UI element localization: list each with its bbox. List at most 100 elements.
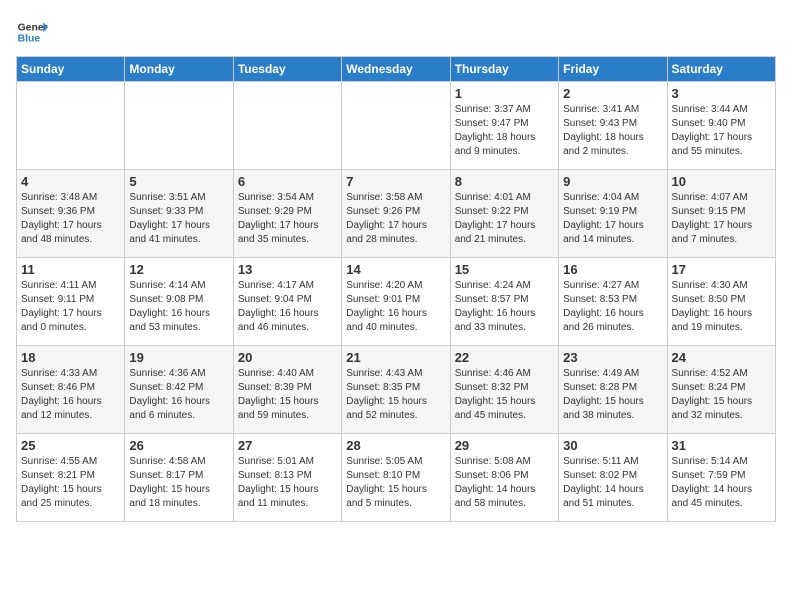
day-info: Sunrise: 3:44 AM Sunset: 9:40 PM Dayligh…	[672, 103, 771, 159]
day-info: Sunrise: 3:41 AM Sunset: 9:43 PM Dayligh…	[563, 103, 662, 159]
day-number: 23	[563, 350, 662, 365]
day-number: 15	[455, 262, 554, 277]
day-info: Sunrise: 3:51 AM Sunset: 9:33 PM Dayligh…	[129, 191, 228, 247]
day-header-monday: Monday	[125, 57, 233, 82]
day-number: 11	[21, 262, 120, 277]
day-number: 28	[346, 438, 445, 453]
header-row: SundayMondayTuesdayWednesdayThursdayFrid…	[17, 57, 776, 82]
day-info: Sunrise: 5:05 AM Sunset: 8:10 PM Dayligh…	[346, 455, 445, 511]
day-header-friday: Friday	[559, 57, 667, 82]
day-cell: 8Sunrise: 4:01 AM Sunset: 9:22 PM Daylig…	[450, 170, 558, 258]
day-info: Sunrise: 4:27 AM Sunset: 8:53 PM Dayligh…	[563, 279, 662, 335]
day-info: Sunrise: 5:01 AM Sunset: 8:13 PM Dayligh…	[238, 455, 337, 511]
day-cell: 27 Sunrise: 5:01 AM Sunset: 8:13 PM Dayli…	[233, 434, 341, 522]
day-number: 29	[455, 438, 554, 453]
day-cell: 19 Sunrise: 4:36 AM Sunset: 8:42 PM Dayli…	[125, 346, 233, 434]
day-cell: 1 Sunrise: 3:37 AM Sunset: 9:47 PM Daylig…	[450, 82, 558, 170]
page-header: General Blue	[16, 16, 776, 48]
day-info: Sunrise: 4:40 AM Sunset: 8:39 PM Dayligh…	[238, 367, 337, 423]
day-info: Sunrise: 4:58 AM Sunset: 8:17 PM Dayligh…	[129, 455, 228, 511]
day-number: 30	[563, 438, 662, 453]
day-cell: 2 Sunrise: 3:41 AM Sunset: 9:43 PM Daylig…	[559, 82, 667, 170]
day-cell: 13Sunrise: 4:17 AM Sunset: 9:04 PM Dayli…	[233, 258, 341, 346]
week-row-3: 11 Sunrise: 4:11 AM Sunset: 9:11 PM Dayli…	[17, 258, 776, 346]
week-row-2: 4 Sunrise: 3:48 AM Sunset: 9:36 PM Daylig…	[17, 170, 776, 258]
day-cell: 28 Sunrise: 5:05 AM Sunset: 8:10 PM Dayli…	[342, 434, 450, 522]
day-header-thursday: Thursday	[450, 57, 558, 82]
day-info: Sunrise: 5:14 AM Sunset: 7:59 PM Dayligh…	[672, 455, 771, 511]
day-cell: 22 Sunrise: 4:46 AM Sunset: 8:32 PM Dayli…	[450, 346, 558, 434]
day-number: 26	[129, 438, 228, 453]
day-cell: 4 Sunrise: 3:48 AM Sunset: 9:36 PM Daylig…	[17, 170, 125, 258]
day-number: 4	[21, 174, 120, 189]
day-info: Sunrise: 5:08 AM Sunset: 8:06 PM Dayligh…	[455, 455, 554, 511]
day-info: Sunrise: 4:52 AM Sunset: 8:24 PM Dayligh…	[672, 367, 771, 423]
day-cell: 10Sunrise: 4:07 AM Sunset: 9:15 PM Dayli…	[667, 170, 775, 258]
svg-text:Blue: Blue	[18, 34, 41, 45]
day-cell: 30 Sunrise: 5:11 AM Sunset: 8:02 PM Dayli…	[559, 434, 667, 522]
day-info: Sunrise: 4:01 AM Sunset: 9:22 PM Dayligh…	[455, 191, 554, 247]
week-row-5: 25Sunrise: 4:55 AM Sunset: 8:21 PM Dayli…	[17, 434, 776, 522]
day-header-wednesday: Wednesday	[342, 57, 450, 82]
day-cell: 7 Sunrise: 3:58 AM Sunset: 9:26 PM Daylig…	[342, 170, 450, 258]
day-info: Sunrise: 4:20 AM Sunset: 9:01 PM Dayligh…	[346, 279, 445, 335]
day-number: 22	[455, 350, 554, 365]
day-cell	[125, 82, 233, 170]
day-number: 6	[238, 174, 337, 189]
day-number: 2	[563, 86, 662, 101]
day-info: Sunrise: 4:33 AM Sunset: 8:46 PM Dayligh…	[21, 367, 120, 423]
day-info: Sunrise: 4:46 AM Sunset: 8:32 PM Dayligh…	[455, 367, 554, 423]
week-row-4: 18 Sunrise: 4:33 AM Sunset: 8:46 PM Dayli…	[17, 346, 776, 434]
logo-icon: General Blue	[16, 16, 48, 48]
day-cell	[233, 82, 341, 170]
day-info: Sunrise: 4:43 AM Sunset: 8:35 PM Dayligh…	[346, 367, 445, 423]
day-cell: 29 Sunrise: 5:08 AM Sunset: 8:06 PM Dayli…	[450, 434, 558, 522]
day-info: Sunrise: 4:14 AM Sunset: 9:08 PM Dayligh…	[129, 279, 228, 335]
day-number: 17	[672, 262, 771, 277]
day-info: Sunrise: 3:37 AM Sunset: 9:47 PM Dayligh…	[455, 103, 554, 159]
day-number: 16	[563, 262, 662, 277]
day-cell: 16 Sunrise: 4:27 AM Sunset: 8:53 PM Dayli…	[559, 258, 667, 346]
day-number: 13	[238, 262, 337, 277]
day-header-sunday: Sunday	[17, 57, 125, 82]
calendar-table: SundayMondayTuesdayWednesdayThursdayFrid…	[16, 56, 776, 522]
day-number: 1	[455, 86, 554, 101]
day-cell: 11 Sunrise: 4:11 AM Sunset: 9:11 PM Dayli…	[17, 258, 125, 346]
day-info: Sunrise: 5:11 AM Sunset: 8:02 PM Dayligh…	[563, 455, 662, 511]
day-cell: 31Sunrise: 5:14 AM Sunset: 7:59 PM Dayli…	[667, 434, 775, 522]
day-number: 19	[129, 350, 228, 365]
day-cell: 26 Sunrise: 4:58 AM Sunset: 8:17 PM Dayli…	[125, 434, 233, 522]
week-row-1: 1 Sunrise: 3:37 AM Sunset: 9:47 PM Daylig…	[17, 82, 776, 170]
day-cell: 3 Sunrise: 3:44 AM Sunset: 9:40 PM Daylig…	[667, 82, 775, 170]
day-info: Sunrise: 4:36 AM Sunset: 8:42 PM Dayligh…	[129, 367, 228, 423]
day-info: Sunrise: 4:07 AM Sunset: 9:15 PM Dayligh…	[672, 191, 771, 247]
day-number: 27	[238, 438, 337, 453]
day-info: Sunrise: 3:58 AM Sunset: 9:26 PM Dayligh…	[346, 191, 445, 247]
day-number: 14	[346, 262, 445, 277]
day-cell: 24 Sunrise: 4:52 AM Sunset: 8:24 PM Dayli…	[667, 346, 775, 434]
day-header-tuesday: Tuesday	[233, 57, 341, 82]
day-cell: 18 Sunrise: 4:33 AM Sunset: 8:46 PM Dayli…	[17, 346, 125, 434]
day-cell: 12 Sunrise: 4:14 AM Sunset: 9:08 PM Dayli…	[125, 258, 233, 346]
day-number: 7	[346, 174, 445, 189]
day-number: 21	[346, 350, 445, 365]
day-number: 5	[129, 174, 228, 189]
day-info: Sunrise: 4:24 AM Sunset: 8:57 PM Dayligh…	[455, 279, 554, 335]
day-number: 18	[21, 350, 120, 365]
day-cell: 21 Sunrise: 4:43 AM Sunset: 8:35 PM Dayli…	[342, 346, 450, 434]
day-info: Sunrise: 4:11 AM Sunset: 9:11 PM Dayligh…	[21, 279, 120, 335]
day-cell	[342, 82, 450, 170]
day-cell: 23Sunrise: 4:49 AM Sunset: 8:28 PM Dayli…	[559, 346, 667, 434]
day-number: 9	[563, 174, 662, 189]
day-number: 20	[238, 350, 337, 365]
day-cell: 17 Sunrise: 4:30 AM Sunset: 8:50 PM Dayli…	[667, 258, 775, 346]
day-number: 25	[21, 438, 120, 453]
day-cell: 9Sunrise: 4:04 AM Sunset: 9:19 PM Daylig…	[559, 170, 667, 258]
day-info: Sunrise: 4:30 AM Sunset: 8:50 PM Dayligh…	[672, 279, 771, 335]
day-header-saturday: Saturday	[667, 57, 775, 82]
day-number: 24	[672, 350, 771, 365]
day-info: Sunrise: 3:48 AM Sunset: 9:36 PM Dayligh…	[21, 191, 120, 247]
day-cell	[17, 82, 125, 170]
day-number: 12	[129, 262, 228, 277]
day-number: 3	[672, 86, 771, 101]
